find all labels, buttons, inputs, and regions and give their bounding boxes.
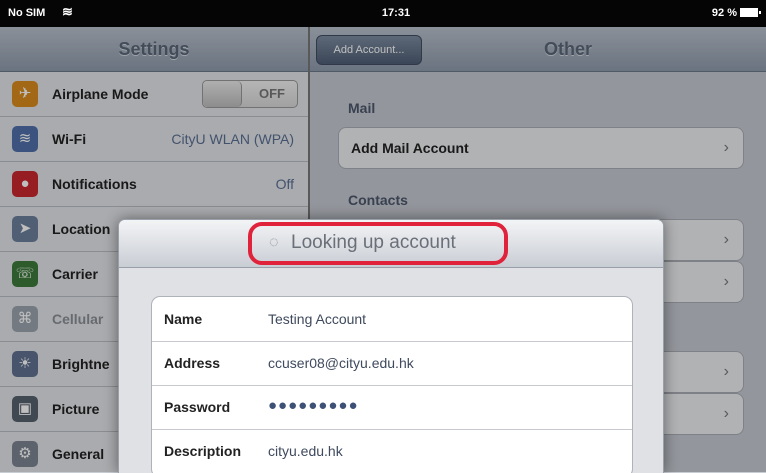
field-label: Password (164, 399, 231, 415)
lookup-status: Looking up account (291, 232, 456, 253)
battery-percent: 92 % (711, 7, 737, 19)
wifi-signal-icon: ≋ (62, 4, 73, 19)
form-row-password[interactable]: Password ●●●●●●●●● (152, 385, 632, 430)
form-row-description[interactable]: Description cityu.edu.hk (152, 429, 632, 473)
field-label: Address (164, 355, 221, 371)
form-row-address[interactable]: Address ccuser08@cityu.edu.hk (152, 341, 632, 386)
account-form: Name Testing Account Address ccuser08@ci… (151, 296, 633, 473)
battery-indicator: 92 % (711, 7, 761, 19)
email-field[interactable]: ccuser08@cityu.edu.hk (268, 355, 414, 371)
clock: 17:31 (381, 7, 411, 19)
password-field[interactable]: ●●●●●●●●● (268, 397, 359, 414)
field-label: Name (164, 311, 203, 327)
status-bar: No SIM ≋ 17:31 92 % (0, 0, 766, 27)
description-field[interactable]: cityu.edu.hk (268, 443, 343, 459)
battery-icon (740, 8, 761, 17)
form-row-name[interactable]: Name Testing Account (152, 297, 632, 342)
account-setup-sheet: ◌ Looking up account Name Testing Accoun… (118, 219, 664, 473)
carrier-label: No SIM (8, 7, 46, 19)
field-label: Description (164, 443, 242, 459)
name-field[interactable]: Testing Account (268, 311, 366, 327)
sheet-header: ◌ Looking up account (119, 220, 663, 268)
spinner-icon: ◌ (269, 234, 279, 251)
